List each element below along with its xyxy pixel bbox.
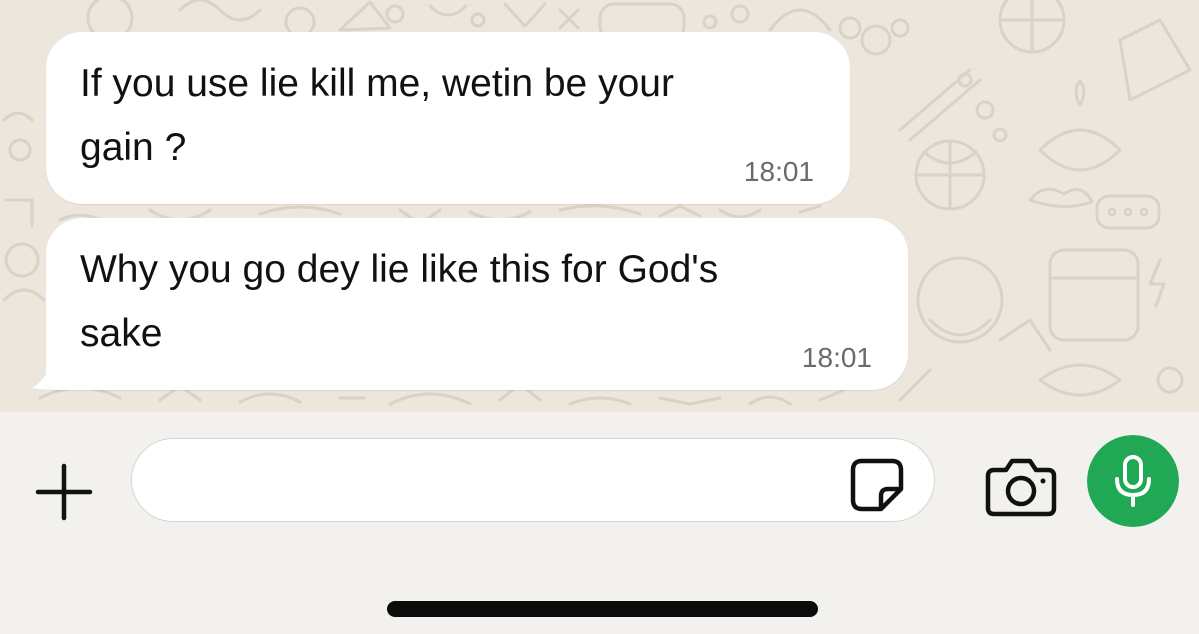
- camera-icon[interactable]: [984, 454, 1058, 518]
- composer-bar: [0, 412, 1199, 634]
- home-indicator[interactable]: [387, 601, 818, 617]
- message-text: Why you go dey lie like this for God's s…: [80, 248, 719, 355]
- message-text: If you use lie kill me, wetin be your ga…: [80, 62, 674, 169]
- sticker-icon[interactable]: [848, 456, 906, 514]
- chat-screen: If you use lie kill me, wetin be your ga…: [0, 0, 1199, 634]
- microphone-icon[interactable]: [1087, 435, 1179, 527]
- message-list[interactable]: If you use lie kill me, wetin be your ga…: [0, 0, 1199, 412]
- message-bubble[interactable]: If you use lie kill me, wetin be your ga…: [46, 32, 850, 204]
- message-bubble[interactable]: Why you go dey lie like this for God's s…: [46, 218, 908, 390]
- message-timestamp: 18:01: [801, 342, 872, 373]
- message-input[interactable]: [131, 438, 935, 522]
- plus-icon[interactable]: [34, 462, 94, 522]
- message-timestamp: 18:01: [743, 156, 814, 187]
